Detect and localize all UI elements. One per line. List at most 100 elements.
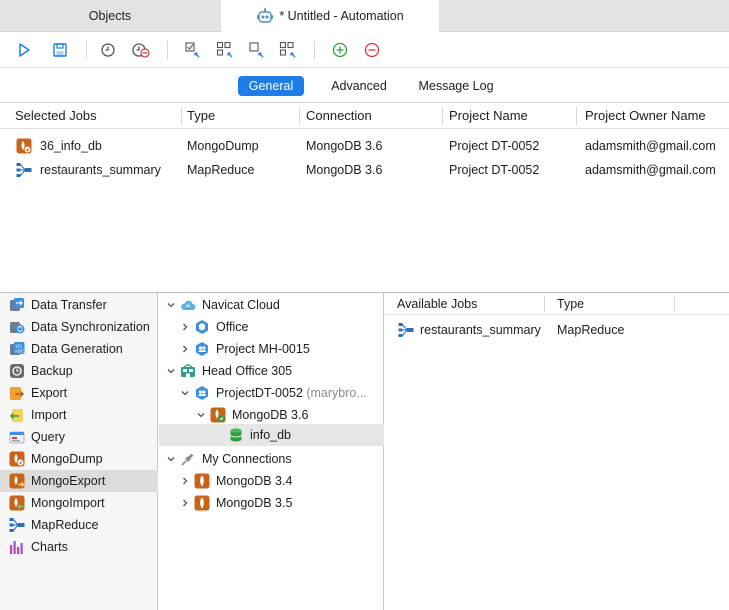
job-type-charts[interactable]: Charts [0, 536, 158, 558]
select-button[interactable] [247, 40, 267, 60]
tree-head-office[interactable]: Head Office 305 [165, 360, 292, 382]
deselect-all-icon [216, 41, 233, 58]
segment-message-log[interactable]: Message Log [410, 76, 502, 96]
chevron-down-icon[interactable] [165, 299, 177, 311]
import-icon [9, 409, 23, 422]
tree-my-connections[interactable]: My Connections [165, 448, 292, 470]
table-header: Available Jobs Type [385, 293, 729, 315]
mongodb-icon [194, 495, 210, 511]
job-connection: MongoDB 3.6 [306, 139, 383, 153]
tab-objects[interactable]: Objects [0, 0, 220, 32]
tree-mongodb-35[interactable]: MongoDB 3.5 [179, 492, 292, 514]
tree-project-mh[interactable]: Project MH-0015 [179, 338, 310, 360]
available-jobs-table: Available Jobs Type restaurants_summary … [385, 293, 729, 610]
column-project-name[interactable]: Project Name [449, 103, 528, 129]
chevron-down-icon[interactable] [179, 387, 191, 399]
tree-mongodb-34[interactable]: MongoDB 3.4 [179, 470, 292, 492]
column-available-jobs[interactable]: Available Jobs [397, 293, 477, 315]
schedule-button[interactable] [98, 40, 118, 60]
robot-icon [257, 8, 274, 23]
tree-office[interactable]: Office [179, 316, 248, 338]
export-icon [10, 387, 25, 400]
select-all-button[interactable] [183, 40, 203, 60]
segment-advanced[interactable]: Advanced [323, 76, 395, 96]
chevron-down-icon[interactable] [165, 365, 177, 377]
job-type-data-generation[interactable]: 101 ABC Data Generation [0, 338, 158, 360]
select-icon [249, 42, 264, 58]
svg-text:ABC: ABC [15, 349, 25, 354]
table-row[interactable]: restaurants_summary MapReduce MongoDB 3.… [0, 158, 729, 182]
tree-navicat-cloud[interactable]: Navicat Cloud [165, 294, 280, 316]
mongodump-icon [9, 451, 25, 467]
job-type-mongoexport[interactable]: MongoExport [0, 470, 158, 492]
mongodb-connected-icon [210, 407, 226, 423]
add-icon [332, 42, 348, 58]
job-connection: MongoDB 3.6 [306, 163, 383, 177]
deselect-button[interactable] [278, 40, 298, 60]
run-button[interactable] [14, 40, 34, 60]
tree-info-db[interactable]: info_db [228, 424, 291, 446]
job-type: MongoDump [187, 139, 259, 153]
job-type-backup[interactable]: Backup [0, 360, 158, 382]
add-button[interactable] [330, 40, 350, 60]
column-project-owner[interactable]: Project Owner Name [585, 103, 706, 129]
job-type: MapReduce [187, 163, 255, 177]
connection-tree: Navicat Cloud Office Project MH-0015 Hea… [159, 293, 384, 610]
delete-schedule-button[interactable] [131, 40, 151, 60]
on-prem-server-icon [181, 363, 195, 377]
chevron-down-icon[interactable] [165, 453, 177, 465]
chevron-right-icon[interactable] [179, 343, 191, 355]
mapreduce-icon [16, 163, 32, 177]
job-type-import[interactable]: Import [0, 404, 158, 426]
table-row[interactable]: 36_info_db MongoDump MongoDB 3.6 Project… [0, 134, 729, 158]
job-project: Project DT-0052 [449, 139, 540, 153]
column-type[interactable]: Type [557, 293, 584, 315]
schedule-icon [101, 43, 115, 57]
remove-icon [364, 42, 380, 58]
job-type-query[interactable]: Query [0, 426, 158, 448]
remove-button[interactable] [362, 40, 382, 60]
database-icon [230, 428, 242, 442]
job-project: Project DT-0052 [449, 163, 540, 177]
tab-automation-label: * Untitled - Automation [279, 9, 404, 23]
chevron-right-icon[interactable] [179, 475, 191, 487]
column-selected-jobs[interactable]: Selected Jobs [15, 103, 97, 129]
chevron-right-icon[interactable] [179, 321, 191, 333]
job-name: restaurants_summary [40, 163, 161, 177]
selected-jobs-table: Selected Jobs Type Connection Project Na… [0, 103, 729, 292]
job-type-mongodump[interactable]: MongoDump [0, 448, 158, 470]
deselect-all-button[interactable] [215, 40, 235, 60]
data-generation-icon: 101ABC [10, 342, 25, 355]
job-owner: adamsmith@gmail.com [585, 163, 716, 177]
job-types-list: Data Transfer Data Synchronization 101 AB… [0, 293, 158, 610]
tab-bar: Objects * Untitled - Automation [0, 0, 729, 32]
job-type-data-sync[interactable]: Data Synchronization [0, 316, 158, 338]
segment-general[interactable]: General [238, 76, 304, 96]
save-button[interactable] [50, 40, 70, 60]
job-type-data-transfer[interactable]: Data Transfer [0, 294, 158, 316]
data-sync-icon [10, 322, 25, 334]
chevron-right-icon[interactable] [179, 497, 191, 509]
tab-automation[interactable]: * Untitled - Automation [221, 0, 439, 32]
column-type[interactable]: Type [187, 103, 215, 129]
save-icon [53, 43, 67, 57]
deselect-icon [279, 41, 296, 58]
available-job-name: restaurants_summary [420, 323, 541, 337]
job-owner: adamsmith@gmail.com [585, 139, 716, 153]
data-transfer-icon [10, 298, 24, 311]
mapreduce-icon [9, 518, 25, 532]
column-connection[interactable]: Connection [306, 103, 372, 129]
query-icon [9, 431, 25, 444]
chevron-down-icon[interactable] [195, 409, 207, 421]
select-all-icon [185, 42, 200, 58]
toolbar [0, 32, 729, 68]
backup-icon [10, 364, 24, 378]
tree-mongodb-36[interactable]: MongoDB 3.6 [195, 404, 308, 426]
project-icon [196, 320, 208, 334]
table-row[interactable]: restaurants_summary MapReduce [385, 319, 729, 341]
job-type-export[interactable]: Export [0, 382, 158, 404]
tree-project-dt[interactable]: ProjectDT-0052 (marybro... [179, 382, 367, 404]
job-type-mapreduce[interactable]: MapReduce [0, 514, 158, 536]
job-type-mongoimport[interactable]: MongoImport [0, 492, 158, 514]
mongoexport-icon [9, 473, 25, 489]
